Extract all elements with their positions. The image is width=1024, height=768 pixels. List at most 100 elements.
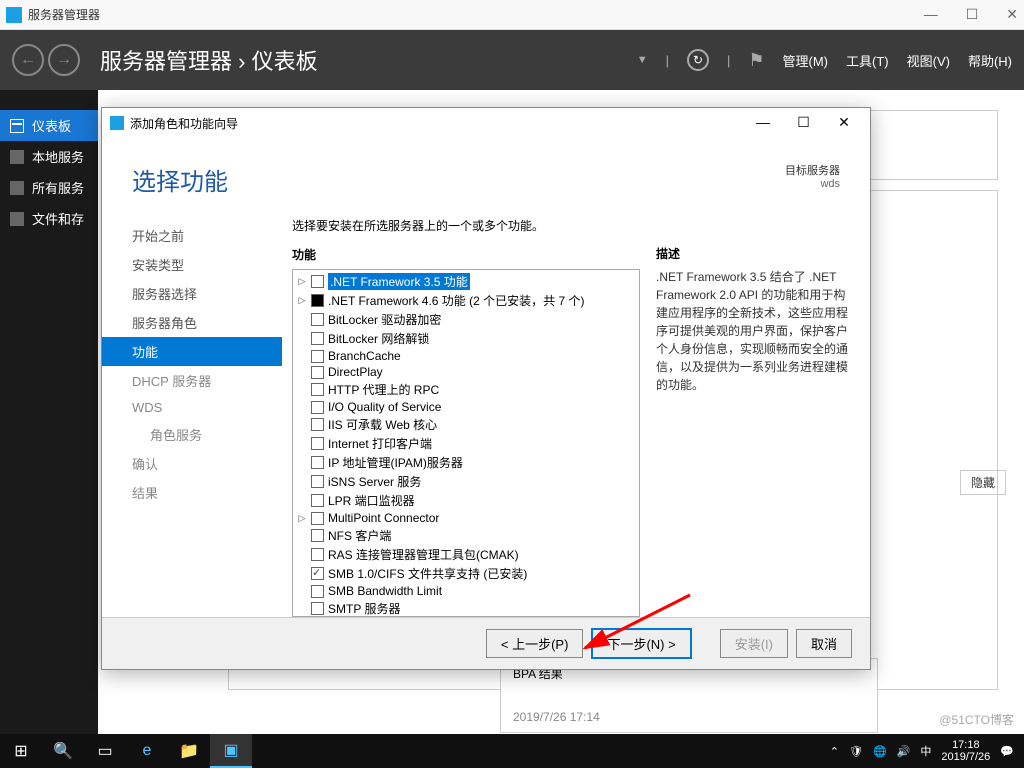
taskview-icon[interactable]: ▭ (84, 734, 126, 768)
start-button[interactable]: ⊞ (0, 734, 42, 768)
wizard-nav-item[interactable]: 功能 (102, 337, 282, 366)
wizard-nav-item[interactable]: 结果 (102, 478, 282, 507)
menu-tools[interactable]: 工具(T) (846, 51, 889, 70)
feature-row[interactable]: BitLocker 网络解锁 (295, 329, 637, 348)
feature-checkbox[interactable] (311, 294, 324, 307)
forward-button[interactable]: → (48, 44, 80, 76)
wizard-nav-item[interactable]: 确认 (102, 449, 282, 478)
feature-row[interactable]: NFS 客户端 (295, 526, 637, 545)
feature-row[interactable]: HTTP 代理上的 RPC (295, 380, 637, 399)
file-icon (10, 212, 24, 226)
feature-checkbox[interactable] (311, 548, 324, 561)
ie-icon[interactable]: e (126, 734, 168, 768)
feature-row[interactable]: SMB 1.0/CIFS 文件共享支持 (已安装) (295, 564, 637, 583)
tray-network-icon[interactable]: 🌐 (873, 745, 887, 758)
server-manager-icon[interactable]: ▣ (210, 734, 252, 768)
feature-row[interactable]: IIS 可承载 Web 核心 (295, 415, 637, 434)
minimize-button[interactable]: — (924, 6, 938, 23)
tray-caret-icon[interactable]: ⌃ (830, 745, 839, 758)
feature-row[interactable]: Internet 打印客户端 (295, 434, 637, 453)
wizard-maximize-button[interactable]: ☐ (786, 114, 822, 131)
feature-checkbox[interactable] (311, 602, 324, 615)
cancel-button[interactable]: 取消 (796, 629, 852, 658)
tray-volume-icon[interactable]: 🔊 (897, 745, 911, 758)
feature-checkbox[interactable] (311, 313, 324, 326)
notifications-icon[interactable]: 💬 (1000, 745, 1014, 758)
maximize-button[interactable]: ☐ (966, 6, 979, 23)
feature-checkbox[interactable] (311, 456, 324, 469)
explorer-icon[interactable]: 📁 (168, 734, 210, 768)
tree-caret-icon[interactable]: ▷ (297, 295, 307, 306)
tray-shield-icon[interactable]: 🛡 (849, 745, 863, 758)
wizard-nav-item[interactable]: WDS (102, 395, 282, 420)
wizard-nav-item[interactable]: 角色服务 (102, 420, 282, 449)
feature-label: BitLocker 驱动器加密 (328, 311, 441, 328)
feature-label: BranchCache (328, 349, 401, 363)
feature-checkbox[interactable] (311, 401, 324, 414)
feature-row[interactable]: ▷ .NET Framework 4.6 功能 (2 个已安装，共 7 个) (295, 291, 637, 310)
install-button[interactable]: 安装(I) (720, 629, 788, 658)
refresh-icon[interactable]: ↻ (687, 49, 709, 71)
wizard-title: 添加角色和功能向导 (130, 115, 745, 132)
next-button[interactable]: 下一步(N) > (591, 628, 691, 659)
menu-manage[interactable]: 管理(M) (783, 51, 829, 70)
wizard-nav-item[interactable]: 安装类型 (102, 250, 282, 279)
feature-checkbox[interactable] (311, 383, 324, 396)
feature-checkbox[interactable] (311, 567, 324, 580)
sidebar-item-all[interactable]: 所有服务 (0, 172, 98, 203)
feature-label: NFS 客户端 (328, 527, 391, 544)
hide-button[interactable]: 隐藏 (960, 470, 1006, 495)
feature-row[interactable]: BitLocker 驱动器加密 (295, 310, 637, 329)
feature-row[interactable]: ▷MultiPoint Connector (295, 510, 637, 526)
tray-ime[interactable]: 中 (920, 743, 931, 759)
feature-checkbox[interactable] (311, 350, 324, 363)
wizard-minimize-button[interactable]: — (745, 114, 781, 130)
tree-caret-icon[interactable]: ▷ (297, 276, 307, 287)
taskbar-clock[interactable]: 17:18 2019/7/26 (941, 739, 990, 763)
dropdown-caret-icon[interactable]: ▼ (637, 54, 648, 66)
feature-row[interactable]: I/O Quality of Service (295, 399, 637, 415)
close-button[interactable]: ✕ (1006, 6, 1018, 23)
prev-button[interactable]: < 上一步(P) (486, 629, 584, 658)
wizard-nav-item[interactable]: 开始之前 (102, 221, 282, 250)
feature-checkbox[interactable] (311, 275, 324, 288)
feature-checkbox[interactable] (311, 418, 324, 431)
dashboard-icon (10, 119, 24, 133)
feature-checkbox[interactable] (311, 494, 324, 507)
description-text: .NET Framework 3.5 结合了 .NET Framework 2.… (656, 268, 856, 394)
bpa-timestamp: 2019/7/26 17:14 (513, 710, 865, 724)
feature-label: .NET Framework 4.6 功能 (2 个已安装，共 7 个) (328, 292, 584, 309)
feature-row[interactable]: iSNS Server 服务 (295, 472, 637, 491)
back-button[interactable]: ← (12, 44, 44, 76)
menu-help[interactable]: 帮助(H) (968, 51, 1012, 70)
feature-checkbox[interactable] (311, 585, 324, 598)
tree-caret-icon[interactable]: ▷ (297, 513, 307, 524)
feature-row[interactable]: ▷.NET Framework 3.5 功能 (295, 272, 637, 291)
feature-row[interactable]: DirectPlay (295, 364, 637, 380)
features-list[interactable]: ▷.NET Framework 3.5 功能▷.NET Framework 4.… (292, 269, 640, 617)
feature-checkbox[interactable] (311, 366, 324, 379)
search-icon[interactable]: 🔍 (42, 734, 84, 768)
wizard-close-button[interactable]: ✕ (826, 114, 862, 131)
feature-row[interactable]: SMB Bandwidth Limit (295, 583, 637, 599)
feature-checkbox[interactable] (311, 512, 324, 525)
feature-checkbox[interactable] (311, 332, 324, 345)
sidebar-item-local[interactable]: 本地服务 (0, 141, 98, 172)
clock-time: 17:18 (941, 739, 990, 751)
feature-row[interactable]: IP 地址管理(IPAM)服务器 (295, 453, 637, 472)
feature-row[interactable]: RAS 连接管理器管理工具包(CMAK) (295, 545, 637, 564)
feature-checkbox[interactable] (311, 437, 324, 450)
feature-checkbox[interactable] (311, 529, 324, 542)
sidebar-item-file[interactable]: 文件和存 (0, 203, 98, 234)
menu-view[interactable]: 视图(V) (907, 51, 950, 70)
wizard-nav-item[interactable]: 服务器选择 (102, 279, 282, 308)
wizard-nav-item[interactable]: 服务器角色 (102, 308, 282, 337)
feature-checkbox[interactable] (311, 475, 324, 488)
sidebar-item-dashboard[interactable]: 仪表板 (0, 110, 98, 141)
flag-icon[interactable]: ⚑ (748, 50, 764, 71)
feature-row[interactable]: BranchCache (295, 348, 637, 364)
app-title: 服务器管理器 (28, 6, 924, 23)
wizard-nav-item[interactable]: DHCP 服务器 (102, 366, 282, 395)
feature-row[interactable]: SMTP 服务器 (295, 599, 637, 617)
feature-row[interactable]: LPR 端口监视器 (295, 491, 637, 510)
